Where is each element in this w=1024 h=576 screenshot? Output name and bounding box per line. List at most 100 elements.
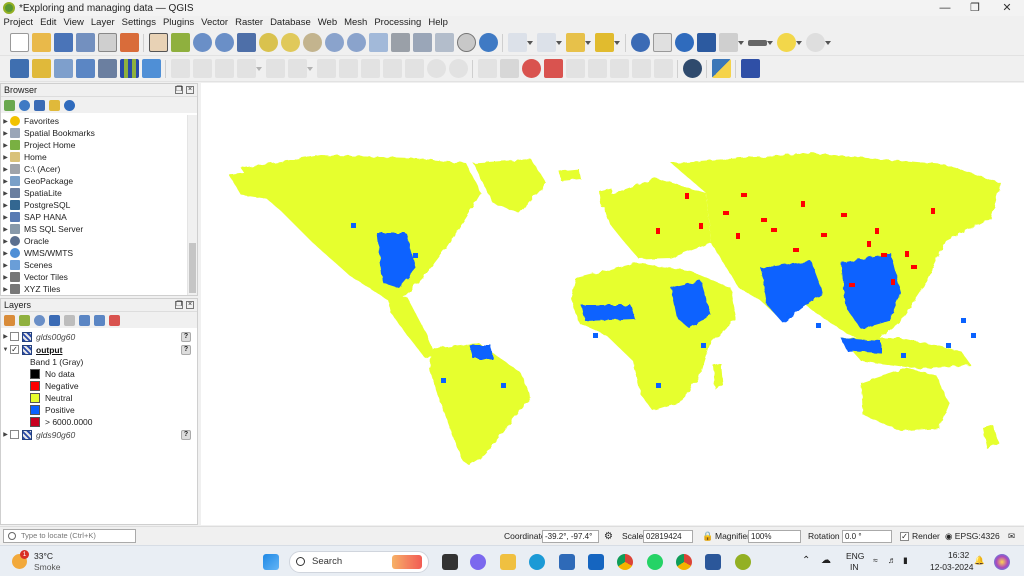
add-raster-layer-icon[interactable] xyxy=(75,59,95,78)
expand-arrow-icon[interactable]: ▶ xyxy=(1,166,10,173)
identify-icon[interactable] xyxy=(630,33,650,52)
layer-row-output[interactable]: ▼ ✓ output ? xyxy=(1,343,197,356)
vertex-tool-icon[interactable] xyxy=(265,59,285,78)
battery-icon[interactable]: ▮ xyxy=(903,555,908,566)
zoom-last-icon[interactable] xyxy=(324,33,344,52)
zoom-full-icon[interactable] xyxy=(236,33,256,52)
expand-arrow-icon[interactable]: ▶ xyxy=(1,333,10,340)
qgis-taskbar-icon[interactable] xyxy=(735,554,751,570)
browser-scrollbar[interactable] xyxy=(187,115,197,295)
toggle-editing-icon[interactable] xyxy=(170,59,190,78)
select-by-value-icon[interactable] xyxy=(536,33,556,52)
notification-bell-icon[interactable]: 🔔 xyxy=(974,555,985,566)
menu-database[interactable]: Database xyxy=(267,16,315,30)
map-canvas[interactable] xyxy=(201,83,1024,525)
browser-item[interactable]: ▶ Oracle xyxy=(1,235,187,247)
chrome-profile-icon[interactable] xyxy=(676,554,692,570)
layer-visibility-checkbox[interactable] xyxy=(10,332,19,341)
expand-arrow-icon[interactable]: ▶ xyxy=(1,130,10,137)
browser-item[interactable]: ▶ Spatial Bookmarks xyxy=(1,127,187,139)
teams-chat-icon[interactable] xyxy=(470,554,486,570)
layer-name[interactable]: glds00g60 xyxy=(36,332,75,342)
lang-secondary[interactable]: IN xyxy=(850,562,859,572)
properties-info-icon[interactable] xyxy=(64,99,75,111)
menu-mesh[interactable]: Mesh xyxy=(341,16,371,30)
tray-overflow-icon[interactable]: ⌃ xyxy=(802,555,810,566)
wifi-icon[interactable]: ≈ xyxy=(873,555,878,565)
delete-selected-icon[interactable] xyxy=(338,59,358,78)
settings-gear-icon[interactable] xyxy=(805,33,825,52)
expand-arrow-icon[interactable]: ▶ xyxy=(1,202,10,209)
browser-item[interactable]: ▶ Vector Tiles xyxy=(1,271,187,283)
deselect-icon[interactable] xyxy=(565,33,585,52)
open-project-icon[interactable] xyxy=(31,33,51,52)
add-spatialite-icon[interactable] xyxy=(97,59,117,78)
expand-arrow-icon[interactable]: ▶ xyxy=(1,142,10,149)
onedrive-icon[interactable]: ☁ xyxy=(821,555,831,566)
browser-item[interactable]: ▶ C:\ (Acer) xyxy=(1,163,187,175)
field-calculator-icon[interactable] xyxy=(718,33,738,52)
measure-icon[interactable] xyxy=(747,39,767,46)
magnifier-field[interactable]: 100% xyxy=(748,530,801,543)
add-raster-grid-icon[interactable] xyxy=(119,59,139,78)
toggle-extents-icon[interactable]: ⚙ xyxy=(604,531,613,542)
diagram-icon[interactable] xyxy=(499,59,519,78)
menu-view[interactable]: View xyxy=(60,16,87,30)
processing-toolbox-icon[interactable] xyxy=(674,33,694,52)
add-vector-layer-icon[interactable] xyxy=(31,59,51,78)
menu-project[interactable]: Project xyxy=(0,16,37,30)
refresh-browser-icon[interactable] xyxy=(19,99,30,111)
expand-arrow-icon[interactable]: ▶ xyxy=(1,238,10,245)
maximize-icon[interactable]: ❐ xyxy=(960,0,990,16)
pan-hand-icon[interactable] xyxy=(148,33,168,52)
remove-layer-icon[interactable] xyxy=(109,314,120,326)
expand-arrow-icon[interactable]: ▶ xyxy=(1,431,10,438)
layer-row-glds00g60[interactable]: ▶ glds00g60 ? xyxy=(1,330,197,343)
show-bookmarks-icon[interactable] xyxy=(434,33,454,52)
volume-icon[interactable]: ♬ xyxy=(888,555,897,565)
float-panel-icon[interactable]: ❐ xyxy=(175,86,183,94)
expand-arrow-icon[interactable]: ▶ xyxy=(1,286,10,293)
store-icon[interactable] xyxy=(559,554,575,570)
statistics-sum-icon[interactable] xyxy=(696,33,716,52)
browser-item[interactable]: ▶ Home xyxy=(1,151,187,163)
weather-widget[interactable]: 1 33°C Smoke xyxy=(10,550,80,574)
browser-item[interactable]: ▶ MS SQL Server xyxy=(1,223,187,235)
browser-item[interactable]: ▶ WMS/WMTS xyxy=(1,247,187,259)
label-toolbar-icon[interactable] xyxy=(477,59,497,78)
refresh-icon[interactable] xyxy=(478,33,498,52)
messages-icon[interactable]: ✉ xyxy=(1008,531,1015,542)
save-as-icon[interactable] xyxy=(75,33,95,52)
layer-name[interactable]: glds90g60 xyxy=(36,430,75,440)
zoom-next-icon[interactable] xyxy=(346,33,366,52)
pin-label-icon[interactable] xyxy=(565,59,585,78)
clock-date[interactable]: 12-03-2024 xyxy=(930,562,973,572)
pan-to-selection-icon[interactable] xyxy=(170,33,190,52)
new-3d-view-icon[interactable] xyxy=(390,33,410,52)
copy-icon[interactable] xyxy=(382,59,402,78)
unknown-crs-icon[interactable]: ? xyxy=(181,429,191,440)
rotation-field[interactable]: 0.0 ° xyxy=(842,530,892,543)
browser-item[interactable]: ▶ XYZ Tiles xyxy=(1,283,187,295)
style-manager-icon[interactable] xyxy=(119,33,139,52)
add-wms-layer-icon[interactable] xyxy=(141,59,161,78)
add-group-icon[interactable] xyxy=(19,314,30,326)
undo-icon[interactable] xyxy=(426,59,446,78)
menu-vector[interactable]: Vector xyxy=(198,16,232,30)
expand-arrow-icon[interactable]: ▶ xyxy=(1,178,10,185)
scrollbar-thumb[interactable] xyxy=(189,243,196,293)
zoom-to-layer-icon[interactable] xyxy=(280,33,300,52)
expand-arrow-icon[interactable]: ▶ xyxy=(1,226,10,233)
filter-legend-icon[interactable] xyxy=(49,314,60,326)
select-features-icon[interactable] xyxy=(507,33,527,52)
filter-expression-icon[interactable] xyxy=(64,314,75,326)
save-project-icon[interactable] xyxy=(53,33,73,52)
word-icon[interactable] xyxy=(705,554,721,570)
copilot-icon[interactable] xyxy=(994,554,1010,570)
expand-arrow-icon[interactable]: ▶ xyxy=(1,262,10,269)
menu-processing[interactable]: Processing xyxy=(371,16,425,30)
help-question-icon[interactable] xyxy=(740,59,760,78)
vertex-editor-icon[interactable] xyxy=(287,59,307,78)
world-raster-map[interactable] xyxy=(201,83,1024,525)
spatial-bookmark-icon[interactable] xyxy=(412,33,432,52)
